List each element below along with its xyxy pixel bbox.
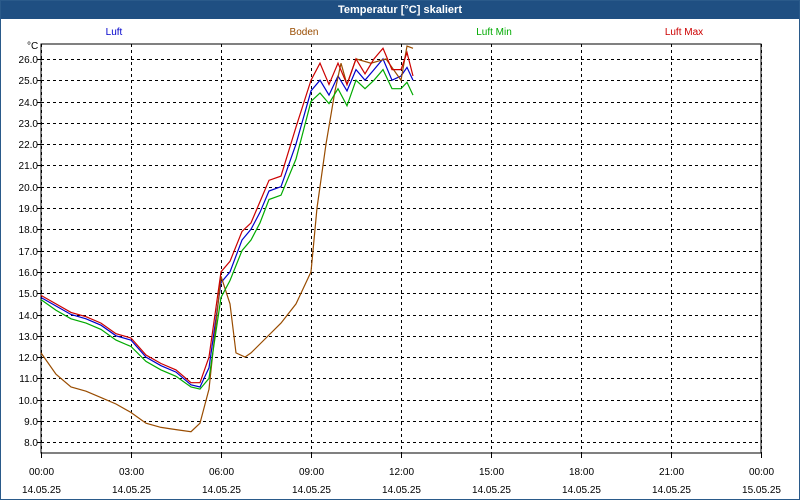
y-tick-label: 11.0 bbox=[19, 374, 38, 385]
y-tick-label: 21.0 bbox=[19, 161, 39, 172]
y-tick-label: 15.0 bbox=[19, 289, 39, 300]
y-tick-label: 9.0 bbox=[24, 417, 38, 428]
chart-window: Temperatur [°C] skaliert 8.0 9.0 10.0 11.0 1… bbox=[0, 0, 800, 500]
y-tick-label: 22.0 bbox=[19, 140, 39, 151]
y-tick-label: 16.0 bbox=[19, 268, 39, 279]
y-tick-label: 13.0 bbox=[19, 332, 39, 343]
y-axis-unit: °C bbox=[27, 41, 38, 52]
series-line-boden bbox=[40, 45, 414, 433]
y-tick-label: 8.0 bbox=[24, 438, 38, 449]
x-tick-time: 06:00 bbox=[209, 467, 234, 478]
y-tick-label: 14.0 bbox=[19, 311, 39, 322]
legend-entry: Luft Max bbox=[665, 27, 703, 38]
y-tick-label: 23.0 bbox=[19, 119, 39, 130]
y-tick-label: 17.0 bbox=[19, 247, 39, 258]
series-line-luft bbox=[40, 57, 414, 388]
y-tick-label: 24.0 bbox=[19, 98, 39, 109]
x-tick-time: 21:00 bbox=[659, 467, 684, 478]
x-tick-date: 15.05.25 bbox=[742, 485, 781, 496]
x-tick-date: 14.05.25 bbox=[652, 485, 691, 496]
legend-entry: Luft Min bbox=[476, 27, 512, 38]
x-tick-time: 00:00 bbox=[29, 467, 54, 478]
x-tick-date: 14.05.25 bbox=[292, 485, 331, 496]
x-tick-time: 09:00 bbox=[299, 467, 324, 478]
x-tick-date: 14.05.25 bbox=[562, 485, 601, 496]
y-tick-label: 18.0 bbox=[19, 225, 39, 236]
x-tick-date: 14.05.25 bbox=[472, 485, 511, 496]
x-tick-time: 18:00 bbox=[569, 467, 594, 478]
y-tick-label: 19.0 bbox=[19, 204, 39, 215]
x-tick-date: 14.05.25 bbox=[112, 485, 151, 496]
legend-entry: Luft bbox=[106, 27, 123, 38]
x-tick-time: 12:00 bbox=[389, 467, 414, 478]
x-tick-date: 14.05.25 bbox=[22, 485, 61, 496]
y-tick-label: 20.0 bbox=[19, 183, 39, 194]
x-tick-time: 03:00 bbox=[119, 467, 144, 478]
x-tick-date: 14.05.25 bbox=[202, 485, 241, 496]
x-tick-time: 15:00 bbox=[479, 467, 504, 478]
temperature-chart: 8.0 9.0 10.0 11.0 12.0 13.0 14.0 15.0 16.0 17.0 18… bbox=[19, 27, 782, 496]
y-tick-label: 25.0 bbox=[19, 76, 39, 87]
y-tick-label: 10.0 bbox=[19, 396, 39, 407]
x-tick-time: 00:00 bbox=[749, 467, 774, 478]
y-tick-label: 12.0 bbox=[19, 353, 39, 364]
series-line-luft-max bbox=[40, 47, 414, 384]
y-tick-label: 26.0 bbox=[19, 55, 39, 66]
legend-entry: Boden bbox=[290, 27, 319, 38]
x-tick-date: 14.05.25 bbox=[382, 485, 421, 496]
